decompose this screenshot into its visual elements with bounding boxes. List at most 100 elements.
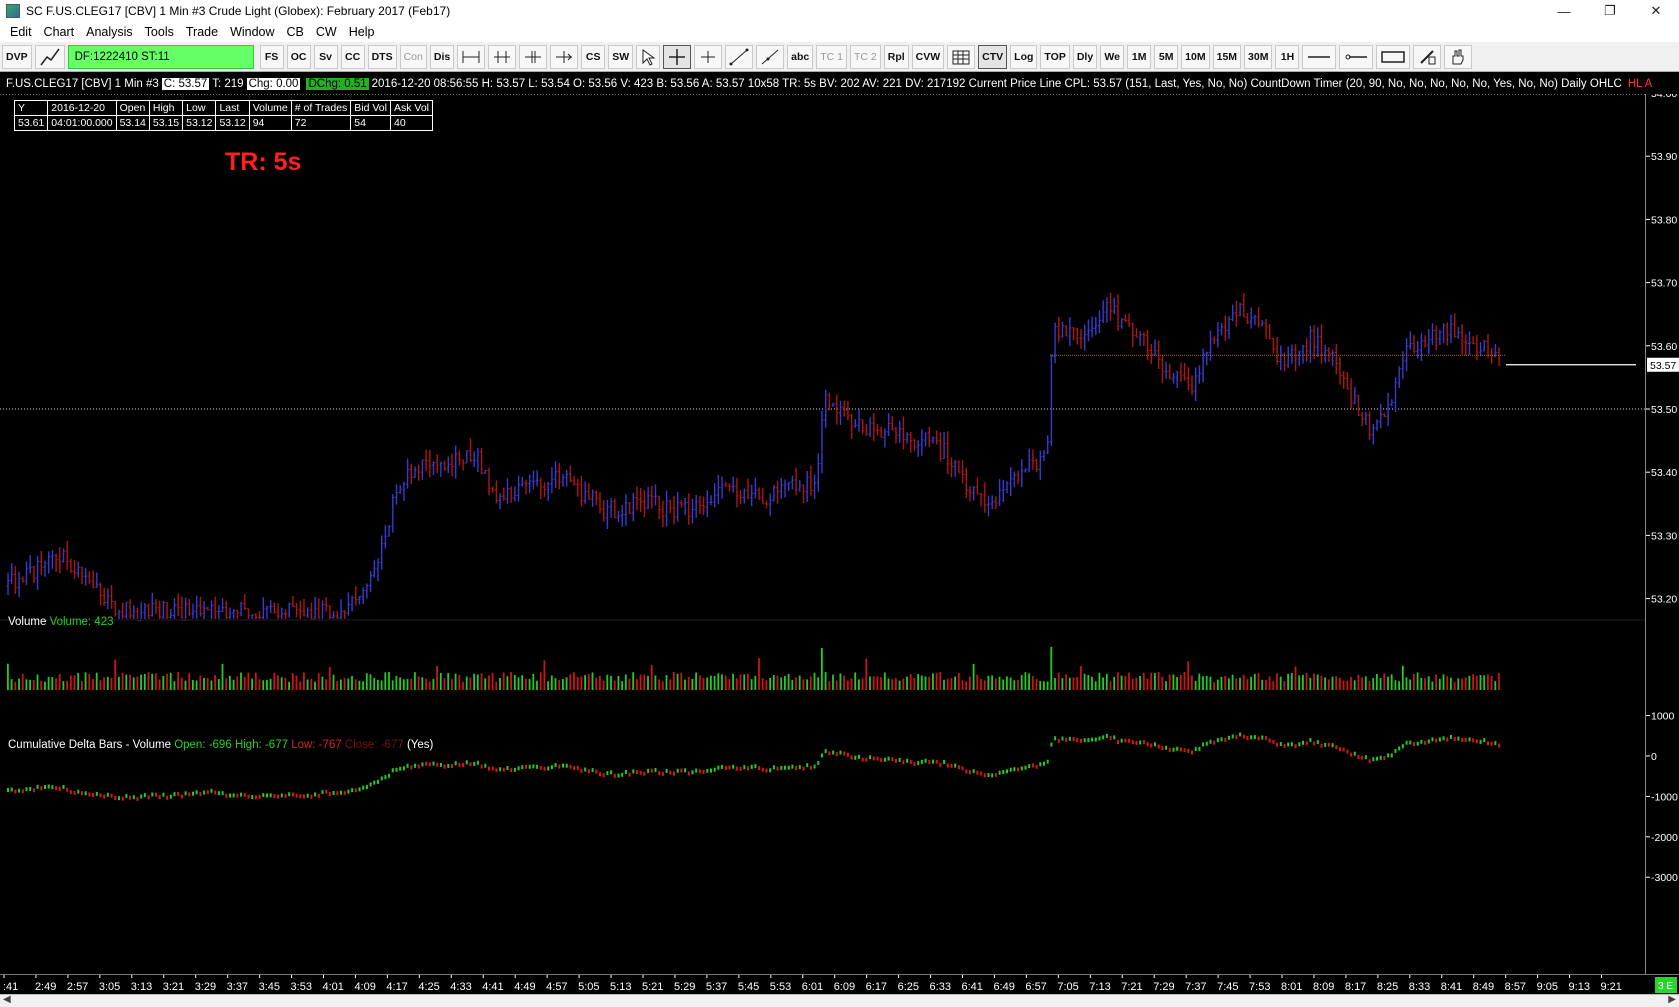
we-button[interactable]: We	[1100, 44, 1125, 69]
scale-horizontal-icon[interactable]	[457, 44, 486, 69]
volume-bar	[809, 676, 812, 690]
menu-edit[interactable]: Edit	[4, 25, 38, 39]
volume-bar	[214, 675, 216, 690]
volume-bar	[1357, 674, 1360, 690]
cs-button[interactable]: CS	[581, 44, 606, 69]
volume-bar	[843, 675, 845, 690]
menu-analysis[interactable]: Analysis	[80, 25, 139, 39]
pointer-icon[interactable]	[636, 44, 661, 69]
volume-bar	[236, 676, 239, 690]
menu-trade[interactable]: Trade	[180, 25, 224, 39]
chart-canvas[interactable]	[0, 93, 1645, 974]
close-icon[interactable]: ✕	[1633, 0, 1679, 22]
delta-bar	[1091, 737, 1094, 742]
fs-button[interactable]: FS	[259, 44, 284, 69]
menu-chart[interactable]: Chart	[38, 25, 81, 39]
horizontal-ray-icon[interactable]	[1339, 44, 1374, 69]
time-axis[interactable]: :41 2:49 2:57 3:05 3:13 3:21 3:29 3:37 3:45 3:53 4…	[0, 974, 1679, 994]
5m-button[interactable]: 5M	[1154, 44, 1179, 69]
volume-bar	[994, 678, 997, 690]
chart-area[interactable]	[0, 93, 1645, 974]
crosshair-icon[interactable]	[663, 44, 692, 69]
compress-bars-icon[interactable]	[519, 44, 548, 69]
hand-pan-icon[interactable]	[1444, 44, 1473, 69]
10m-button[interactable]: 10M	[1181, 44, 1210, 69]
volume-bar	[7, 663, 9, 690]
delta-bar	[210, 788, 213, 793]
menu-cb[interactable]: CB	[281, 25, 310, 39]
volume-bar	[40, 680, 43, 690]
rectangle-icon[interactable]	[1376, 44, 1411, 69]
dly-button[interactable]: Dly	[1072, 44, 1098, 69]
delta-bar	[1309, 737, 1312, 742]
delta-bar	[195, 790, 198, 795]
ray-icon[interactable]	[756, 44, 785, 69]
tc2-button[interactable]: TC 2	[849, 44, 881, 69]
1m-button[interactable]: 1M	[1127, 44, 1152, 69]
oc-button[interactable]: OC	[286, 44, 311, 69]
volume-bar	[1046, 681, 1049, 690]
restore-icon[interactable]: ❐	[1587, 0, 1633, 22]
scroll-left-icon[interactable]: ◀	[3, 994, 11, 1005]
tc1-button[interactable]: TC 1	[816, 44, 847, 69]
sw-button[interactable]: SW	[608, 44, 634, 69]
delta-bar	[517, 766, 520, 771]
ctv-button[interactable]: CTV	[978, 44, 1008, 69]
horizontal-line-icon[interactable]	[1302, 44, 1337, 69]
menu-window[interactable]: Window	[224, 25, 280, 39]
price-axis[interactable]: 54.00 53.90 53.80 53.70 53.60 53.50 53.40 53.30…	[1645, 88, 1679, 974]
30m-button[interactable]: 30M	[1244, 44, 1273, 69]
expand-bars-icon[interactable]	[488, 44, 517, 69]
delta-bar	[1438, 737, 1441, 742]
delta-bar	[1383, 756, 1386, 761]
abc-button[interactable]: abc	[787, 44, 814, 69]
sv-button[interactable]: Sv	[313, 44, 338, 69]
volume-bar	[1109, 681, 1112, 690]
1h-button[interactable]: 1H	[1275, 44, 1300, 69]
trendline-icon[interactable]	[725, 44, 754, 69]
pencil-icon[interactable]	[1413, 44, 1442, 69]
draw-line-icon[interactable]	[34, 44, 65, 69]
15m-button[interactable]: 15M	[1212, 44, 1242, 69]
shift-bars-icon[interactable]	[550, 44, 579, 69]
volume-bar	[987, 675, 990, 690]
delta-bar	[946, 763, 949, 768]
delta-bar	[1357, 754, 1360, 759]
cc-button[interactable]: CC	[340, 44, 365, 69]
dis-button[interactable]: Dis	[429, 44, 455, 69]
time-tick-label: 4:57	[546, 981, 567, 993]
rpl-button[interactable]: Rpl	[883, 44, 909, 69]
time-tick-label: 8:49	[1473, 981, 1494, 993]
minimize-icon[interactable]: —	[1541, 0, 1587, 22]
time-tick-label: 7:53	[1249, 981, 1270, 993]
delta-bar	[495, 768, 498, 773]
delta-low: Low: -767	[291, 739, 342, 751]
delta-bar	[1235, 735, 1238, 740]
horizontal-scrollbar[interactable]: ◀ ▶	[0, 994, 1679, 1007]
scroll-right-icon[interactable]: ▶	[1668, 994, 1676, 1005]
grid-calc-icon[interactable]	[947, 44, 976, 69]
tr-timer-label: TR: 5s	[225, 148, 302, 176]
volume-bar	[573, 672, 575, 690]
volume-bar	[1083, 673, 1086, 690]
volume-bar	[965, 681, 968, 690]
volume-bar	[284, 677, 287, 690]
cvw-button[interactable]: CVW	[911, 44, 945, 69]
delta-bar	[251, 795, 254, 800]
volume-bar	[798, 675, 801, 690]
menu-tools[interactable]: Tools	[139, 25, 180, 39]
dvp-button[interactable]: DVP	[2, 44, 32, 69]
con-button[interactable]: Con	[399, 44, 427, 69]
delta-bar	[554, 763, 557, 768]
log-button[interactable]: Log	[1010, 44, 1038, 69]
dts-button[interactable]: DTS	[367, 44, 397, 69]
menu-cw[interactable]: CW	[310, 25, 343, 39]
top-button[interactable]: TOP	[1040, 44, 1070, 69]
volume-bar	[1257, 673, 1260, 690]
menu-help[interactable]: Help	[343, 25, 381, 39]
cursor-cross-icon[interactable]	[694, 44, 723, 69]
volume-bar	[898, 680, 901, 690]
volume-bar	[225, 678, 228, 690]
volume-bar	[639, 674, 642, 690]
volume-bar	[343, 678, 346, 690]
